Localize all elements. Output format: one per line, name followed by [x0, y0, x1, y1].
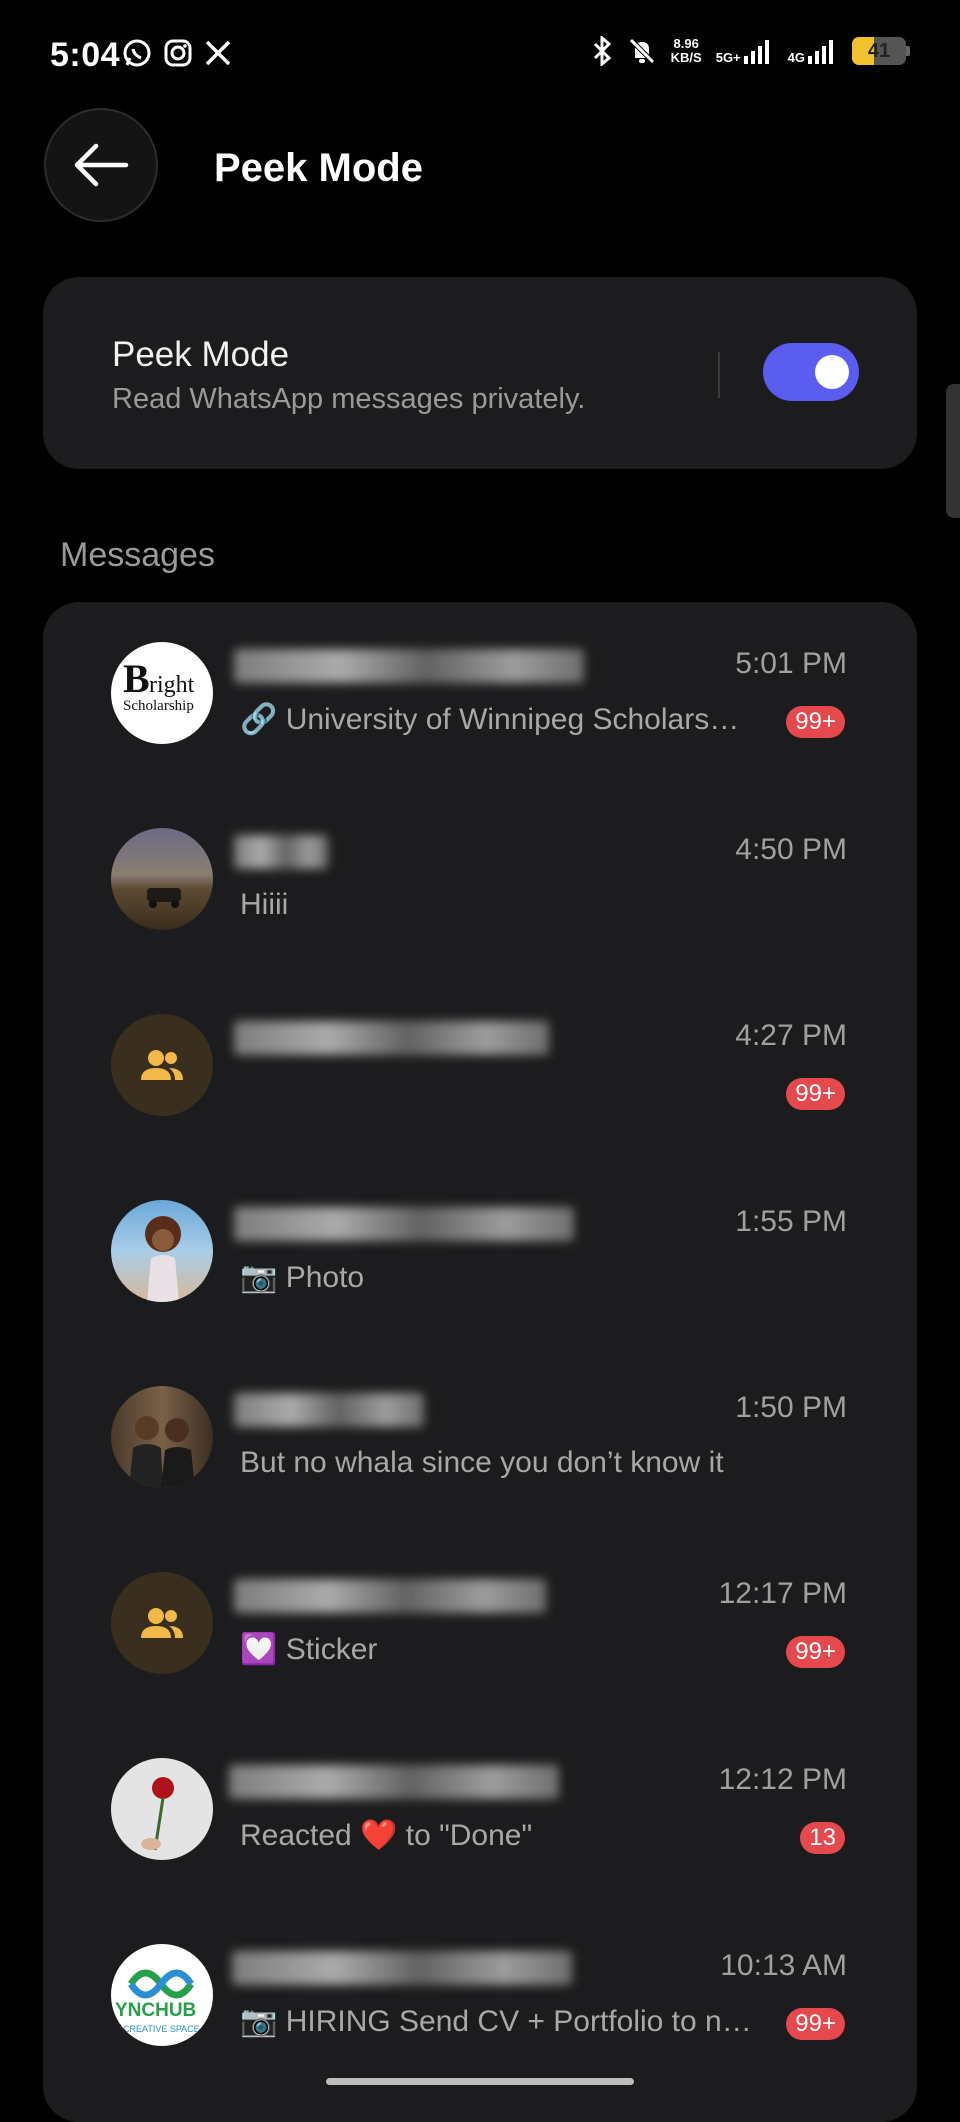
peek-mode-toggle[interactable] [763, 343, 859, 401]
messages-list: B right Scholarship 5:01 PM 🔗 University… [43, 602, 917, 2122]
page-title: Peek Mode [214, 146, 423, 190]
svg-text:YNCHUB: YNCHUB [115, 2000, 196, 2021]
signal-5g: 5G+ [716, 38, 774, 64]
avatar [111, 1572, 213, 1674]
status-app-icons [122, 38, 232, 68]
status-right: 8.96 KB/S 5G+ 4G 41 [591, 36, 910, 66]
message-preview: Hiiii [240, 888, 289, 921]
avatar [111, 1014, 213, 1116]
back-button[interactable] [44, 108, 158, 222]
landscape-photo [147, 888, 181, 908]
peek-mode-subtitle: Read WhatsApp messages privately. [112, 383, 586, 415]
instagram-icon [164, 39, 192, 67]
battery-icon: 41 [852, 37, 906, 65]
list-item[interactable]: 1:55 PM 📷 Photo [43, 1160, 917, 1346]
svg-text:B: B [123, 656, 150, 701]
svg-text:CREATIVE SPACE: CREATIVE SPACE [123, 2024, 200, 2034]
arrow-left-icon [74, 143, 129, 187]
avatar [111, 1758, 213, 1860]
group-icon [141, 1608, 183, 1638]
message-preview: But no whala since you don’t know it [240, 1446, 724, 1479]
contact-name-blurred [229, 1765, 559, 1799]
battery-indicator: 41 [852, 37, 910, 65]
peek-mode-title: Peek Mode [112, 335, 290, 374]
network-speed: 8.96 KB/S [671, 37, 702, 65]
unread-badge: 99+ [786, 1636, 845, 1668]
message-preview: 📷 Photo [240, 1261, 365, 1294]
message-time: 4:27 PM [735, 1019, 847, 1052]
list-item[interactable]: 1:50 PM But no whala since you don’t kno… [43, 1346, 917, 1532]
contact-name-blurred [234, 1207, 574, 1241]
svg-text:Scholarship: Scholarship [123, 698, 194, 714]
message-preview: 💟 Sticker [240, 1633, 378, 1666]
battery-tip [906, 46, 910, 56]
bell-muted-icon [627, 37, 656, 65]
avatar: YNCHUB CREATIVE SPACE [111, 1944, 213, 2046]
signal-bars-icon [743, 40, 769, 64]
message-preview: Reacted ❤️ to "Done" [240, 1819, 533, 1852]
message-time: 10:13 AM [720, 1949, 847, 1982]
contact-name-blurred [234, 835, 328, 869]
signal-4g-label: 4G [787, 50, 805, 65]
divider [718, 352, 720, 398]
messages-section-label: Messages [60, 536, 215, 574]
contact-name-blurred [234, 1021, 549, 1055]
signal-bars-icon [808, 40, 833, 64]
unread-badge: 99+ [786, 1078, 845, 1110]
x-icon [205, 40, 231, 66]
status-bar: 5:04 8.96 KB/S 5G+ 4G 41 [0, 0, 960, 110]
message-preview: 🔗 University of Winnipeg Scholars… [240, 703, 740, 736]
avatar: B right Scholarship [111, 642, 213, 744]
synchub-logo: YNCHUB CREATIVE SPACE [115, 1969, 200, 2034]
list-item[interactable]: 4:27 PM 99+ [43, 974, 917, 1160]
message-time: 12:12 PM [718, 1763, 847, 1796]
home-indicator[interactable] [326, 2078, 634, 2085]
avatar [111, 828, 213, 930]
message-time: 5:01 PM [735, 647, 847, 680]
rose-photo [141, 1777, 174, 1851]
unread-badge: 13 [800, 1822, 845, 1854]
svg-text:right: right [149, 672, 195, 698]
list-item[interactable]: YNCHUB CREATIVE SPACE 10:13 AM 📷 HIRING … [43, 1904, 917, 2090]
status-time: 5:04 [50, 36, 121, 74]
contact-name-blurred [234, 1393, 424, 1427]
message-time: 12:17 PM [718, 1577, 847, 1610]
list-item[interactable]: 4:50 PM Hiiii [43, 788, 917, 974]
bright-scholarship-logo: B right Scholarship [123, 656, 195, 714]
message-time: 1:50 PM [735, 1391, 847, 1424]
battery-level: 41 [867, 40, 891, 62]
whatsapp-icon [123, 39, 151, 67]
contact-name-blurred [234, 649, 584, 683]
list-item[interactable]: B right Scholarship 5:01 PM 🔗 University… [43, 602, 917, 788]
anime-girl-photo [145, 1216, 181, 1302]
bluetooth-icon [593, 36, 611, 66]
message-time: 1:55 PM [735, 1205, 847, 1238]
signal-5g-label: 5G+ [715, 50, 741, 65]
peek-mode-card: Peek Mode Read WhatsApp messages private… [43, 277, 917, 469]
unread-badge: 99+ [786, 2008, 845, 2040]
toggle-knob [815, 355, 849, 389]
message-time: 4:50 PM [735, 833, 847, 866]
speed-unit: KB/S [670, 50, 702, 65]
contact-name-blurred [232, 1951, 572, 1985]
list-item[interactable]: 12:17 PM 💟 Sticker 99+ [43, 1532, 917, 1718]
speed-value: 8.96 [673, 36, 699, 51]
message-preview: 📷 HIRING Send CV + Portfolio to n… [240, 2005, 752, 2038]
group-icon [141, 1050, 183, 1080]
side-scroll-handle[interactable] [946, 384, 960, 518]
avatar [111, 1386, 213, 1488]
unread-badge: 99+ [786, 706, 845, 738]
signal-4g: 4G [788, 38, 838, 64]
contact-name-blurred [234, 1579, 546, 1613]
couple-photo [129, 1416, 195, 1488]
list-item[interactable]: 12:12 PM Reacted ❤️ to "Done" 13 [43, 1718, 917, 1904]
avatar [111, 1200, 213, 1302]
